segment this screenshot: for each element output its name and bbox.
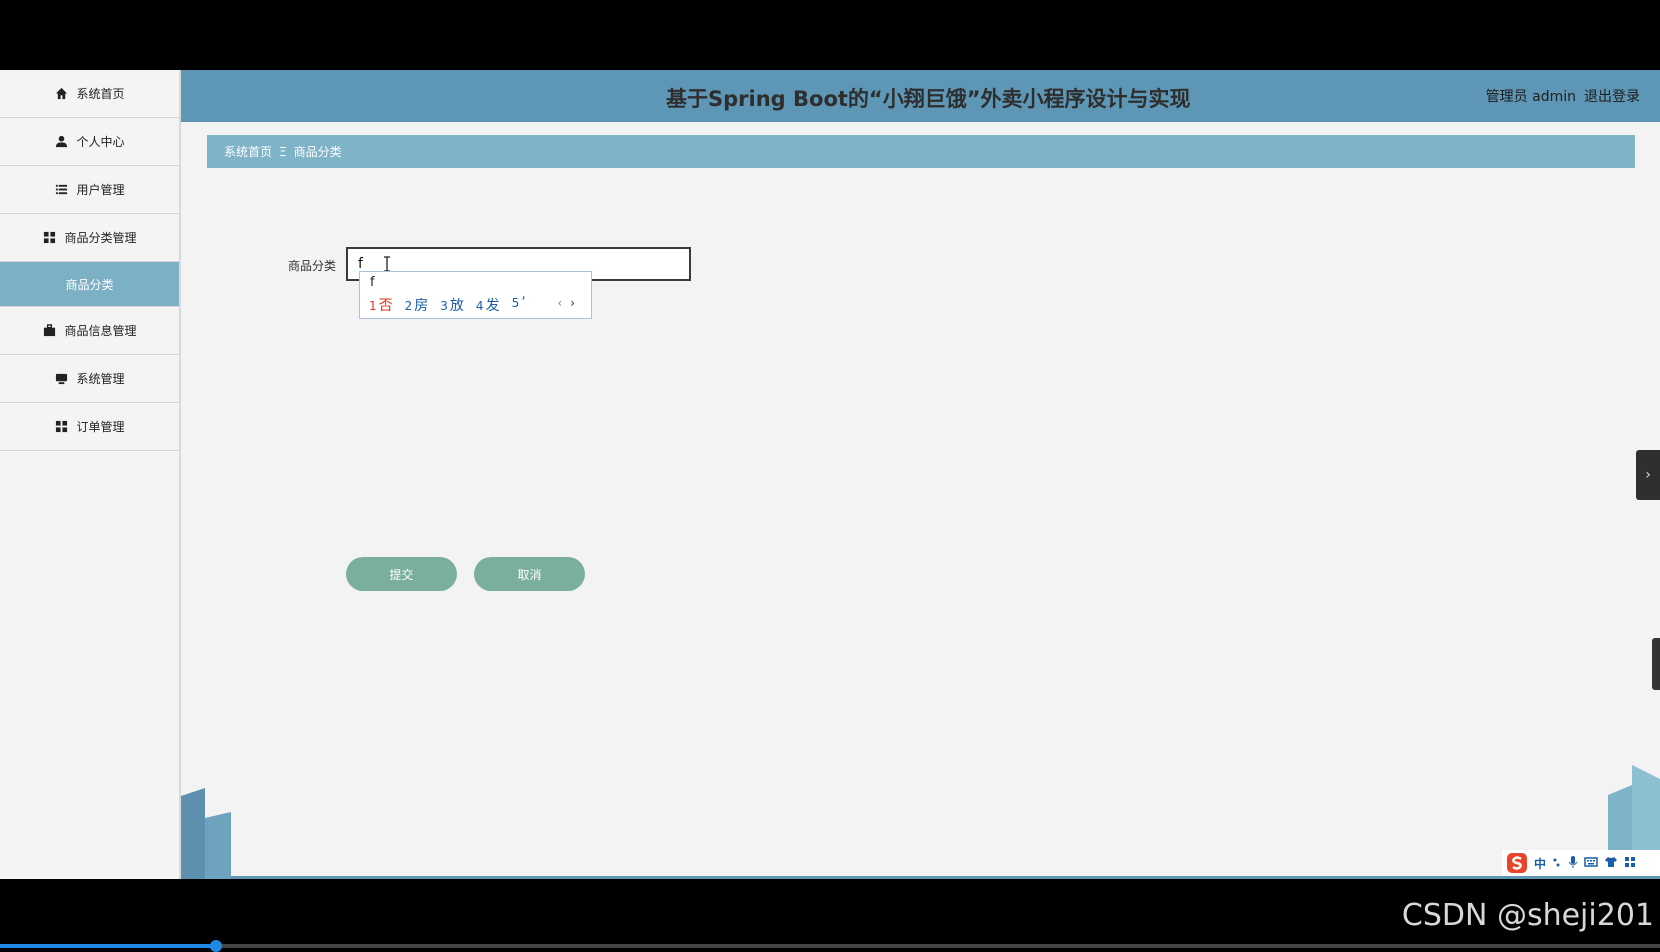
ime-next-page[interactable]: › xyxy=(570,296,575,310)
edge-handle[interactable] xyxy=(1652,638,1660,690)
sidebar-item-users[interactable]: 用户管理 xyxy=(0,166,179,214)
monitor-icon xyxy=(54,372,68,386)
breadcrumb-current: 商品分类 xyxy=(293,145,342,159)
skin-shirt-icon[interactable] xyxy=(1604,856,1618,871)
app-window: 系统首页 个人中心 用户管理 商品分类管理 商品分类 商品信息管理 系统管理 订… xyxy=(0,70,1660,879)
user-area: 管理员 admin 退出登录 xyxy=(1486,86,1640,106)
grid-icon xyxy=(54,420,68,434)
sidebar-item-label: 商品分类管理 xyxy=(64,231,137,245)
drawer-toggle[interactable]: › xyxy=(1636,450,1660,500)
ime-page-nav: ‹ › xyxy=(557,296,575,310)
sidebar-item-category-management[interactable]: 商品分类管理 xyxy=(0,214,179,262)
ime-candidate[interactable]: 3放 xyxy=(440,295,464,315)
toolbox-grid-icon[interactable] xyxy=(1624,856,1636,871)
video-progress-bar[interactable] xyxy=(0,940,1660,952)
submit-button[interactable]: 提交 xyxy=(346,557,457,591)
sidebar-item-system[interactable]: 系统管理 xyxy=(0,355,179,403)
list-icon xyxy=(54,183,68,197)
home-icon xyxy=(54,87,68,101)
video-progress-knob[interactable] xyxy=(210,940,222,952)
ime-toolbar: 中 xyxy=(1502,850,1660,876)
logout-link[interactable]: 退出登录 xyxy=(1584,86,1640,106)
sidebar-item-label: 订单管理 xyxy=(76,420,125,434)
sidebar-item-label: 系统首页 xyxy=(76,87,125,101)
ime-candidate-list: 1否 2房 3放 4发 5’ xyxy=(369,295,526,315)
text-cursor-icon xyxy=(384,256,390,272)
keyboard-icon[interactable] xyxy=(1584,856,1598,871)
ime-candidate[interactable]: 4发 xyxy=(476,295,500,315)
watermark: CSDN @sheji201 xyxy=(1401,898,1654,933)
ime-prev-page[interactable]: ‹ xyxy=(557,296,562,310)
sidebar-item-orders[interactable]: 订单管理 xyxy=(0,403,179,451)
sidebar-item-profile[interactable]: 个人中心 xyxy=(0,118,179,166)
briefcase-icon xyxy=(42,324,56,338)
page-title: 基于Spring Boot的“小翔巨饿”外卖小程序设计与实现 xyxy=(666,87,1191,111)
sidebar-item-label: 用户管理 xyxy=(76,183,125,197)
ime-candidate[interactable]: 1否 xyxy=(369,295,393,315)
user-icon xyxy=(54,135,68,149)
sidebar-item-home[interactable]: 系统首页 xyxy=(0,70,179,118)
cancel-button[interactable]: 取消 xyxy=(474,557,585,591)
breadcrumb-separator: Ξ xyxy=(279,144,287,159)
ime-candidate[interactable]: 2房 xyxy=(405,295,429,315)
ime-candidate-popup: f 1否 2房 3放 4发 5’ ‹ › xyxy=(359,271,592,319)
ime-candidate[interactable]: 5’ xyxy=(512,295,526,315)
sidebar-item-label: 商品信息管理 xyxy=(64,324,137,338)
sidebar-item-category[interactable]: 商品分类 xyxy=(0,262,179,307)
breadcrumb: 系统首页 Ξ 商品分类 xyxy=(207,135,1635,168)
video-progress-fill xyxy=(0,944,216,948)
grid-icon xyxy=(42,231,56,245)
sidebar-item-label: 个人中心 xyxy=(76,135,125,149)
sidebar-item-label: 系统管理 xyxy=(76,372,125,386)
sogou-logo-icon[interactable] xyxy=(1506,852,1528,874)
ime-mode-indicator[interactable]: 中 xyxy=(1534,855,1546,872)
sidebar: 系统首页 个人中心 用户管理 商品分类管理 商品分类 商品信息管理 系统管理 订… xyxy=(0,70,181,879)
breadcrumb-home[interactable]: 系统首页 xyxy=(224,143,272,160)
footer-line xyxy=(231,876,1660,879)
decor-shapes-left xyxy=(181,788,231,879)
category-field-label: 商品分类 xyxy=(288,259,337,273)
user-role: 管理员 admin xyxy=(1485,89,1576,105)
header-bar: 基于Spring Boot的“小翔巨饿”外卖小程序设计与实现 管理员 admin… xyxy=(181,70,1660,122)
sidebar-item-product-info[interactable]: 商品信息管理 xyxy=(0,307,179,355)
ime-composition: f xyxy=(370,275,375,290)
punctuation-icon[interactable] xyxy=(1552,856,1562,871)
microphone-icon[interactable] xyxy=(1568,855,1578,872)
sidebar-item-label: 商品分类 xyxy=(65,277,114,292)
